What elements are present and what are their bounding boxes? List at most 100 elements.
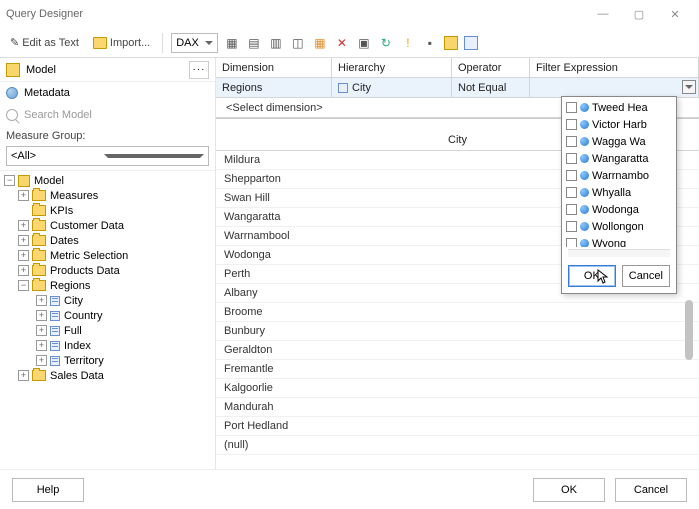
checkbox[interactable] <box>566 187 577 198</box>
cube-icon <box>18 175 30 187</box>
toolbar-icon-8[interactable] <box>444 36 458 50</box>
toolbar-icon-7[interactable]: ▪ <box>422 35 438 51</box>
tree-country[interactable]: +Country <box>0 308 215 323</box>
close-button[interactable]: ✕ <box>657 2 693 26</box>
col-hierarchy[interactable]: Hierarchy <box>332 58 452 78</box>
tree-city[interactable]: +City <box>0 293 215 308</box>
tree-measures[interactable]: +Measures <box>0 188 215 203</box>
window-title: Query Designer <box>6 8 585 20</box>
filter-value-item[interactable]: Whyalla <box>564 184 674 201</box>
cube-icon <box>6 63 20 77</box>
tree-dates[interactable]: +Dates <box>0 233 215 248</box>
toolbar-icon-3[interactable]: ▥ <box>268 35 284 51</box>
col-dimension[interactable]: Dimension <box>216 58 332 78</box>
toolbar-icon-6[interactable]: ▣ <box>356 35 372 51</box>
cancel-button[interactable]: Cancel <box>615 478 687 502</box>
filter-operator[interactable]: Not Equal <box>452 78 530 98</box>
filter-value-item[interactable]: Wangaratta <box>564 150 674 167</box>
folder-icon <box>32 370 46 381</box>
tree-sales-data[interactable]: +Sales Data <box>0 368 215 383</box>
language-select[interactable]: DAX <box>171 33 218 53</box>
toolbar: ✎ Edit as Text Import... DAX ▦ ▤ ▥ ◫ ▦ ✕… <box>0 28 699 58</box>
checkbox[interactable] <box>566 119 577 130</box>
member-icon <box>580 137 589 146</box>
city-row[interactable]: Broome <box>216 303 699 322</box>
help-button[interactable]: Help <box>12 478 84 502</box>
vertical-scrollbar[interactable] <box>681 80 695 469</box>
toolbar-icon-1[interactable]: ▦ <box>224 35 240 51</box>
popup-cancel-button[interactable]: Cancel <box>622 265 670 287</box>
edit-as-text-button[interactable]: ✎ Edit as Text <box>6 34 83 51</box>
city-row[interactable]: Bunbury <box>216 322 699 341</box>
model-more-button[interactable]: ··· <box>189 61 209 79</box>
tree-customer-data[interactable]: +Customer Data <box>0 218 215 233</box>
filter-value-label: Wangaratta <box>592 153 672 165</box>
toolbar-refresh-icon[interactable]: ↻ <box>378 35 394 51</box>
tree-regions[interactable]: −Regions <box>0 278 215 293</box>
checkbox[interactable] <box>566 102 577 113</box>
filter-value-item[interactable]: Wollongon <box>564 218 674 235</box>
filter-value-item[interactable]: Wodonga <box>564 201 674 218</box>
filter-expression[interactable] <box>530 78 699 98</box>
folder-icon <box>32 250 46 261</box>
filter-value-label: Wagga Wa <box>592 136 672 148</box>
toolbar-icon-5[interactable]: ▦ <box>312 35 328 51</box>
filter-value-label: Wodonga <box>592 204 672 216</box>
tree-metric-selection[interactable]: +Metric Selection <box>0 248 215 263</box>
folder-icon <box>32 220 46 231</box>
city-row[interactable]: Mandurah <box>216 398 699 417</box>
toolbar-icon-4[interactable]: ◫ <box>290 35 306 51</box>
checkbox[interactable] <box>566 153 577 164</box>
metadata-label: Metadata <box>24 87 70 99</box>
search-input[interactable]: Search Model <box>0 104 215 126</box>
checkbox[interactable] <box>566 221 577 232</box>
measure-group-select[interactable]: <All> <box>6 146 209 166</box>
folder-icon <box>32 235 46 246</box>
tree-products-data[interactable]: +Products Data <box>0 263 215 278</box>
chevron-down-icon <box>104 154 205 158</box>
metadata-tree: −Model +Measures KPIs +Customer Data +Da… <box>0 170 215 469</box>
checkbox[interactable] <box>566 136 577 147</box>
city-row[interactable]: Port Hedland <box>216 417 699 436</box>
tree-full[interactable]: +Full <box>0 323 215 338</box>
tree-root[interactable]: −Model <box>0 173 215 188</box>
checkbox[interactable] <box>566 204 577 215</box>
col-expression[interactable]: Filter Expression <box>530 58 699 78</box>
tree-kpis[interactable]: KPIs <box>0 203 215 218</box>
col-operator[interactable]: Operator <box>452 58 530 78</box>
city-row[interactable]: Geraldton <box>216 341 699 360</box>
import-button[interactable]: Import... <box>89 35 154 51</box>
city-row[interactable]: Fremantle <box>216 360 699 379</box>
popup-scrollbar[interactable] <box>568 249 670 257</box>
filter-hierarchy[interactable]: City <box>332 78 452 98</box>
filter-value-item[interactable]: Wagga Wa <box>564 133 674 150</box>
filter-value-item[interactable]: Warrnambo <box>564 167 674 184</box>
popup-ok-label: OK <box>584 270 600 282</box>
city-row[interactable]: Kalgoorlie <box>216 379 699 398</box>
maximize-button[interactable]: ▢ <box>621 2 657 26</box>
filter-value-item[interactable]: Victor Harb <box>564 116 674 133</box>
checkbox[interactable] <box>566 238 577 247</box>
toolbar-icon-9[interactable] <box>464 36 478 50</box>
member-icon <box>580 171 589 180</box>
folder-icon <box>93 37 107 49</box>
member-icon <box>580 120 589 129</box>
member-icon <box>580 239 589 247</box>
city-row[interactable]: (null) <box>216 436 699 455</box>
toolbar-delete-icon[interactable]: ✕ <box>334 35 350 51</box>
popup-ok-button[interactable]: OK <box>568 265 616 287</box>
chevron-down-icon <box>205 41 213 45</box>
toolbar-warning-icon[interactable]: ! <box>400 35 416 51</box>
checkbox[interactable] <box>566 170 577 181</box>
minimize-button[interactable]: — <box>585 2 621 26</box>
filter-value-item[interactable]: Wyong <box>564 235 674 247</box>
ok-button[interactable]: OK <box>533 478 605 502</box>
tree-territory[interactable]: +Territory <box>0 353 215 368</box>
folder-icon <box>32 280 46 291</box>
separator <box>162 33 163 53</box>
filter-value-item[interactable]: Tweed Hea <box>564 99 674 116</box>
model-label: Model <box>26 64 189 76</box>
toolbar-icon-2[interactable]: ▤ <box>246 35 262 51</box>
tree-index[interactable]: +Index <box>0 338 215 353</box>
filter-dimension[interactable]: Regions <box>216 78 332 98</box>
